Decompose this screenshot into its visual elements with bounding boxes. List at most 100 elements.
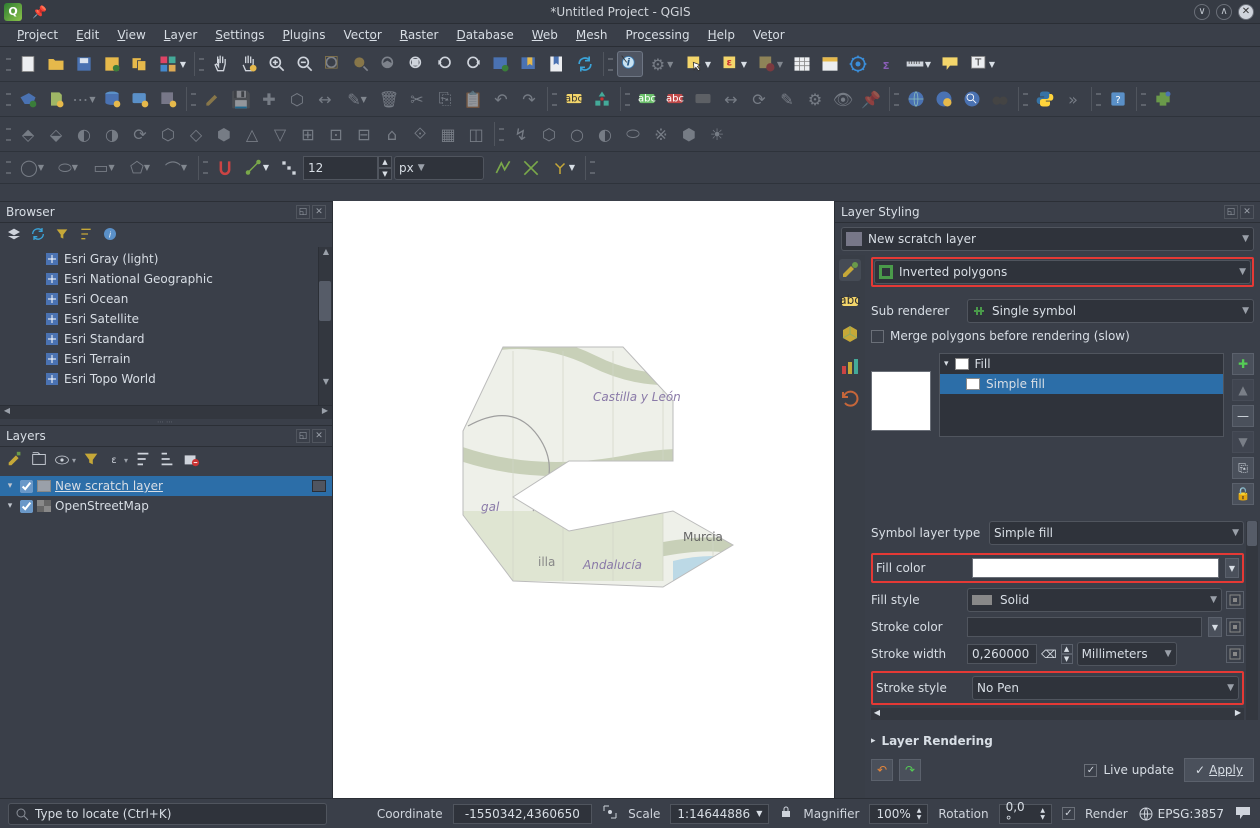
data-defined-override-button[interactable] <box>1226 645 1244 663</box>
collapse-all-layers-icon[interactable] <box>158 450 176 471</box>
lock-scale-icon[interactable] <box>779 805 793 822</box>
merge-polygons-checkbox[interactable] <box>871 330 884 343</box>
python-console-icon[interactable] <box>1032 86 1058 112</box>
label-unpin-icon[interactable]: 📌 <box>858 86 884 112</box>
toolbar-grip[interactable] <box>894 88 899 110</box>
live-update-checkbox[interactable]: ✓ <box>1084 764 1097 777</box>
shape-1[interactable]: ↯ <box>508 121 534 147</box>
pin-icon[interactable]: 📌 <box>32 5 47 19</box>
panel-close-button[interactable]: ✕ <box>312 429 326 443</box>
open-layer-styling-icon[interactable] <box>6 450 24 471</box>
labels-tab-icon[interactable]: abc <box>839 291 861 313</box>
diagram-tab-icon[interactable] <box>839 355 861 377</box>
digitize-icon[interactable]: ⬡ <box>284 86 310 112</box>
fill-node[interactable]: ▾Fill <box>940 354 1223 374</box>
minimize-button[interactable]: ∨ <box>1194 4 1210 20</box>
snap-polygon-icon[interactable]: ⬠▼ <box>123 155 157 181</box>
zoom-native-icon[interactable] <box>404 51 430 77</box>
fill-color-dropdown[interactable]: ▼ <box>1225 558 1239 578</box>
rotation-input[interactable]: 0,0 °▲▼ <box>999 804 1052 824</box>
locator-input[interactable]: Type to locate (Ctrl+K) <box>8 803 327 825</box>
menu-processing[interactable]: Processing <box>617 25 699 45</box>
layer-visibility-checkbox[interactable] <box>20 480 33 493</box>
toolbar-grip[interactable] <box>590 157 595 179</box>
scale-dropdown[interactable]: 1:14644886▼ <box>670 804 769 824</box>
map-canvas[interactable]: Castilla y León gal illa Andalucía Murci… <box>332 201 835 798</box>
shape-5[interactable]: ⬭ <box>620 121 646 147</box>
add-vector-layer-icon[interactable] <box>15 86 41 112</box>
zoom-in-icon[interactable] <box>264 51 290 77</box>
snap-tolerance-value[interactable] <box>303 156 378 180</box>
menu-database[interactable]: Database <box>447 25 522 45</box>
undo-style-button[interactable]: ↶ <box>871 759 893 781</box>
label-pin-icon[interactable]: abc <box>662 86 688 112</box>
help-icon[interactable]: ? <box>1105 86 1131 112</box>
snapping-enable-icon[interactable] <box>212 155 238 181</box>
symbology-tab-icon[interactable] <box>839 259 861 281</box>
snap-circle-icon[interactable]: ◯▼ <box>15 155 49 181</box>
layer-rendering-section[interactable]: ▸ Layer Rendering <box>871 734 1254 748</box>
collapse-all-icon[interactable] <box>78 226 94 245</box>
menu-vector[interactable]: Vector <box>335 25 391 45</box>
select-by-value-icon[interactable]: ε▼ <box>717 51 751 77</box>
deselect-all-icon[interactable]: ▼ <box>753 51 787 77</box>
browser-hscroll[interactable]: ◀▶ <box>0 405 332 419</box>
label-diagram-icon[interactable] <box>589 86 615 112</box>
fill-color-button[interactable] <box>972 558 1219 578</box>
adv-digitize-7[interactable]: ◇ <box>183 121 209 147</box>
text-annotation-icon[interactable]: T▼ <box>965 51 999 77</box>
label-prop-icon[interactable]: ⚙ <box>802 86 828 112</box>
styling-layer-dropdown[interactable]: New scratch layer ▼ <box>841 227 1254 251</box>
label-change-icon[interactable]: ✎ <box>774 86 800 112</box>
open-project-icon[interactable] <box>43 51 69 77</box>
add-layer-icon[interactable] <box>6 226 22 245</box>
redo-style-button[interactable]: ↷ <box>899 759 921 781</box>
shape-7[interactable]: ⬢ <box>676 121 702 147</box>
new-project-icon[interactable] <box>15 51 41 77</box>
messages-icon[interactable] <box>1234 804 1252 823</box>
filter-browser-icon[interactable] <box>54 226 70 245</box>
zoom-full-icon[interactable] <box>320 51 346 77</box>
props-hscroll[interactable]: ◀▶ <box>871 708 1244 720</box>
toggle-edit-icon[interactable] <box>200 86 226 112</box>
adv-digitize-3[interactable]: ◐ <box>71 121 97 147</box>
snapping-type-icon[interactable]: ▼ <box>240 155 274 181</box>
processing-toolbox-icon[interactable] <box>845 51 871 77</box>
undo-icon[interactable]: ↶ <box>488 86 514 112</box>
move-up-button[interactable]: ▲ <box>1232 379 1254 401</box>
new-print-layout-icon[interactable] <box>99 51 125 77</box>
data-defined-override-button[interactable] <box>1226 591 1244 609</box>
manage-visibility-icon[interactable]: ▾ <box>54 452 76 468</box>
snap-intersection-icon[interactable] <box>518 155 544 181</box>
measure-icon[interactable]: ▼ <box>901 51 935 77</box>
crs-button[interactable]: EPSG:3857 <box>1138 806 1224 822</box>
menu-layer[interactable]: Layer <box>155 25 206 45</box>
menu-project[interactable]: Project <box>8 25 67 45</box>
adv-digitize-4[interactable]: ◑ <box>99 121 125 147</box>
symbol-layer-type-dropdown[interactable]: Simple fill▼ <box>989 521 1244 545</box>
snap-rect-icon[interactable]: ▭▼ <box>87 155 121 181</box>
stroke-color-dropdown[interactable]: ▼ <box>1208 617 1222 637</box>
coordinate-value[interactable]: -1550342,4360650 <box>453 804 593 824</box>
web-quickmap-icon[interactable] <box>931 86 957 112</box>
adv-digitize-17[interactable]: ◫ <box>463 121 489 147</box>
snap-unit-dropdown[interactable]: px▼ <box>394 156 484 180</box>
toolbar-grip[interactable] <box>203 157 208 179</box>
zoom-next-icon[interactable] <box>460 51 486 77</box>
stroke-width-input[interactable] <box>967 644 1037 664</box>
toolbar-grip[interactable] <box>1096 88 1101 110</box>
select-features-icon[interactable]: ▼ <box>681 51 715 77</box>
move-down-button[interactable]: ▼ <box>1232 431 1254 453</box>
spin-down[interactable]: ▼ <box>378 168 392 180</box>
snap-ellipse-icon[interactable]: ⬭▼ <box>51 155 85 181</box>
toolbar-grip[interactable] <box>199 53 204 75</box>
adv-digitize-15[interactable]: ⟐ <box>407 121 433 147</box>
adv-digitize-11[interactable]: ⊞ <box>295 121 321 147</box>
cut-features-icon[interactable]: ✂ <box>404 86 430 112</box>
new-spatialite-icon[interactable] <box>99 86 125 112</box>
toolbar-grip[interactable] <box>625 88 630 110</box>
refresh-icon[interactable] <box>572 51 598 77</box>
refresh-browser-icon[interactable] <box>30 226 46 245</box>
zoom-last-icon[interactable] <box>432 51 458 77</box>
new-bookmark-icon[interactable] <box>516 51 542 77</box>
